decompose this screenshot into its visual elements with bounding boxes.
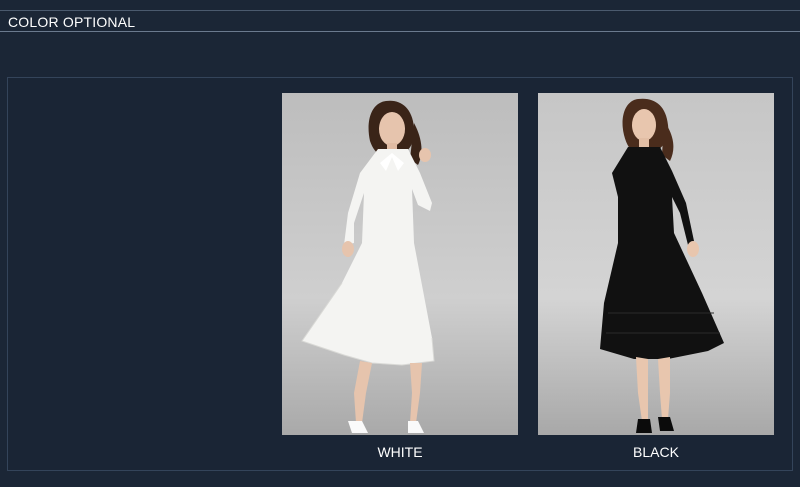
model-black-dress-image (538, 93, 774, 435)
white-dress-photo[interactable] (282, 93, 518, 435)
black-dress-photo[interactable] (538, 93, 774, 435)
section-header: COLOR OPTIONAL (0, 10, 800, 32)
model-white-dress-image (282, 93, 518, 435)
section-title: COLOR OPTIONAL (8, 14, 136, 30)
white-color-label[interactable]: WHITE (282, 444, 518, 460)
black-color-label[interactable]: BLACK (538, 444, 774, 460)
